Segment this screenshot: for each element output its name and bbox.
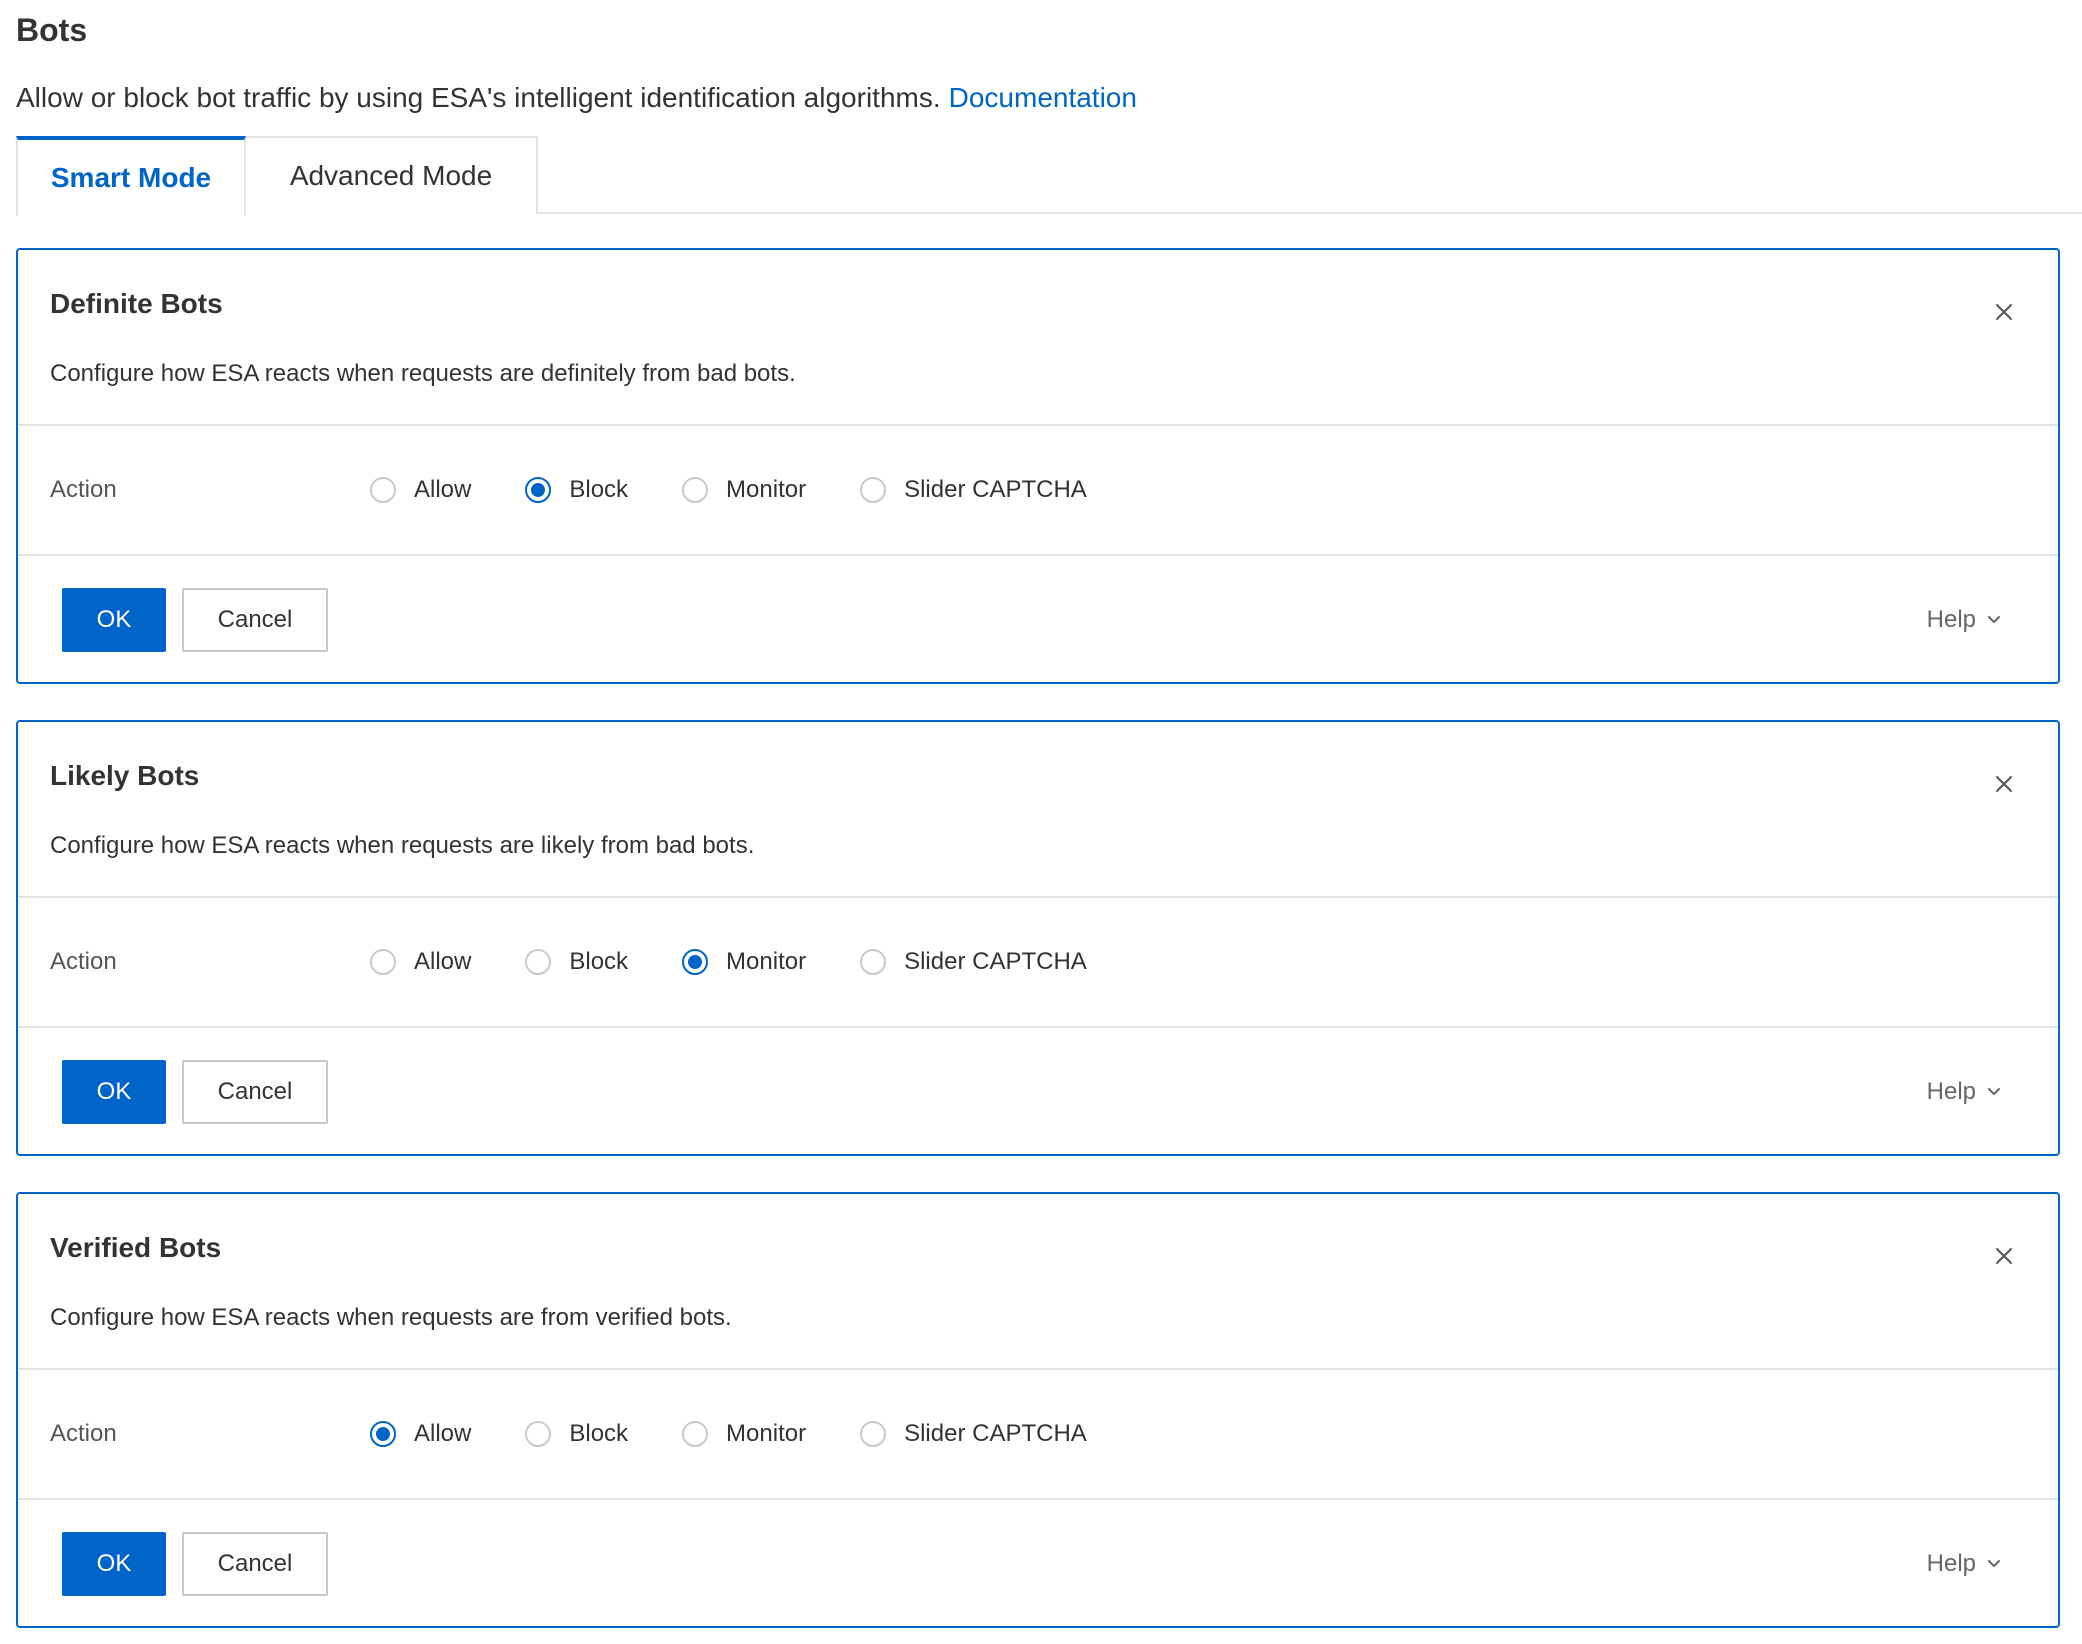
radio-button[interactable] bbox=[525, 1421, 552, 1447]
tab-advanced-mode[interactable]: Advanced Mode bbox=[246, 136, 538, 214]
action-radio-group: Allow Block Monitor Slider CAPTCHA bbox=[370, 1416, 1141, 1452]
card-description: Configure how ESA reacts when requests a… bbox=[50, 832, 755, 859]
radio-button[interactable] bbox=[860, 477, 887, 503]
action-radio-group: Allow Block Monitor Slider CAPTCHA bbox=[370, 944, 1141, 980]
radio-label: Slider CAPTCHA bbox=[904, 1420, 1087, 1447]
radio-monitor[interactable]: Monitor bbox=[682, 472, 806, 508]
radio-button[interactable] bbox=[370, 949, 396, 975]
radio-block[interactable]: Block bbox=[525, 472, 628, 508]
radio-label: Slider CAPTCHA bbox=[904, 948, 1087, 975]
radio-button[interactable] bbox=[370, 1421, 396, 1447]
radio-button[interactable] bbox=[525, 949, 552, 975]
radio-label: Allow bbox=[414, 1420, 472, 1447]
card-title: Likely Bots bbox=[50, 760, 200, 791]
ok-button[interactable]: OK bbox=[62, 588, 166, 652]
ok-button[interactable]: OK bbox=[62, 1060, 166, 1124]
radio-label: Block bbox=[569, 476, 629, 503]
radio-allow[interactable]: Allow bbox=[370, 472, 471, 508]
radio-label: Monitor bbox=[726, 476, 807, 503]
chevron-down-icon bbox=[1976, 602, 2002, 638]
radio-label: Allow bbox=[414, 948, 472, 975]
divider bbox=[18, 424, 2058, 426]
radio-allow[interactable]: Allow bbox=[370, 944, 471, 980]
radio-button[interactable] bbox=[525, 477, 552, 503]
chevron-down-icon bbox=[1976, 1074, 2002, 1110]
help-toggle[interactable]: Help bbox=[1927, 602, 2002, 638]
radio-allow[interactable]: Allow bbox=[370, 1416, 471, 1452]
cancel-button[interactable]: Cancel bbox=[182, 1060, 328, 1124]
action-label: Action bbox=[50, 476, 117, 503]
radio-button[interactable] bbox=[682, 949, 709, 975]
tab-smart-mode[interactable]: Smart Mode bbox=[16, 136, 246, 216]
help-toggle[interactable]: Help bbox=[1927, 1546, 2002, 1582]
radio-button[interactable] bbox=[860, 949, 887, 975]
radio-block[interactable]: Block bbox=[525, 944, 628, 980]
radio-label: Monitor bbox=[726, 948, 807, 975]
radio-button[interactable] bbox=[370, 477, 396, 503]
help-label: Help bbox=[1926, 1078, 1976, 1105]
card-title: Definite Bots bbox=[50, 288, 223, 319]
radio-slider-captcha[interactable]: Slider CAPTCHA bbox=[860, 944, 1087, 980]
card-description: Configure how ESA reacts when requests a… bbox=[50, 360, 796, 387]
close-icon[interactable] bbox=[1992, 772, 2016, 796]
page-description: Allow or block bot traffic by using ESA'… bbox=[16, 78, 1137, 118]
page-title: Bots bbox=[16, 12, 88, 48]
radio-button[interactable] bbox=[682, 477, 709, 503]
radio-label: Slider CAPTCHA bbox=[904, 476, 1087, 503]
action-label: Action bbox=[50, 1420, 117, 1447]
card-description: Configure how ESA reacts when requests a… bbox=[50, 1304, 732, 1331]
chevron-down-icon bbox=[1976, 1546, 2002, 1582]
radio-slider-captcha[interactable]: Slider CAPTCHA bbox=[860, 1416, 1087, 1452]
divider bbox=[18, 1498, 2058, 1500]
radio-label: Allow bbox=[414, 476, 472, 503]
documentation-link[interactable]: Documentation bbox=[949, 82, 1137, 113]
cancel-button[interactable]: Cancel bbox=[182, 1532, 328, 1596]
radio-label: Monitor bbox=[726, 1420, 807, 1447]
card-title: Verified Bots bbox=[50, 1232, 222, 1263]
card-verified-bots: Verified Bots Configure how ESA reacts wh… bbox=[16, 1192, 2060, 1628]
radio-label: Block bbox=[569, 948, 629, 975]
radio-button[interactable] bbox=[682, 1421, 709, 1447]
radio-label: Block bbox=[569, 1420, 629, 1447]
radio-slider-captcha[interactable]: Slider CAPTCHA bbox=[860, 472, 1087, 508]
radio-button[interactable] bbox=[860, 1421, 887, 1447]
action-radio-group: Allow Block Monitor Slider CAPTCHA bbox=[370, 472, 1141, 508]
close-icon[interactable] bbox=[1992, 300, 2016, 324]
card-likely-bots: Likely Bots Configure how ESA reacts when… bbox=[16, 720, 2060, 1156]
radio-monitor[interactable]: Monitor bbox=[682, 944, 806, 980]
divider bbox=[18, 1026, 2058, 1028]
divider bbox=[18, 1368, 2058, 1370]
help-label: Help bbox=[1926, 606, 1976, 633]
page-description-text: Allow or block bot traffic by using ESA'… bbox=[16, 82, 941, 113]
divider bbox=[18, 554, 2058, 556]
help-toggle[interactable]: Help bbox=[1927, 1074, 2002, 1110]
ok-button[interactable]: OK bbox=[62, 1532, 166, 1596]
radio-monitor[interactable]: Monitor bbox=[682, 1416, 806, 1452]
radio-block[interactable]: Block bbox=[525, 1416, 628, 1452]
cancel-button[interactable]: Cancel bbox=[182, 588, 328, 652]
action-label: Action bbox=[50, 948, 117, 975]
card-definite-bots: Definite Bots Configure how ESA reacts wh… bbox=[16, 248, 2060, 684]
help-label: Help bbox=[1926, 1550, 1976, 1577]
mode-tabs: Smart Mode Advanced Mode bbox=[16, 136, 2082, 216]
divider bbox=[18, 896, 2058, 898]
close-icon[interactable] bbox=[1992, 1244, 2016, 1268]
